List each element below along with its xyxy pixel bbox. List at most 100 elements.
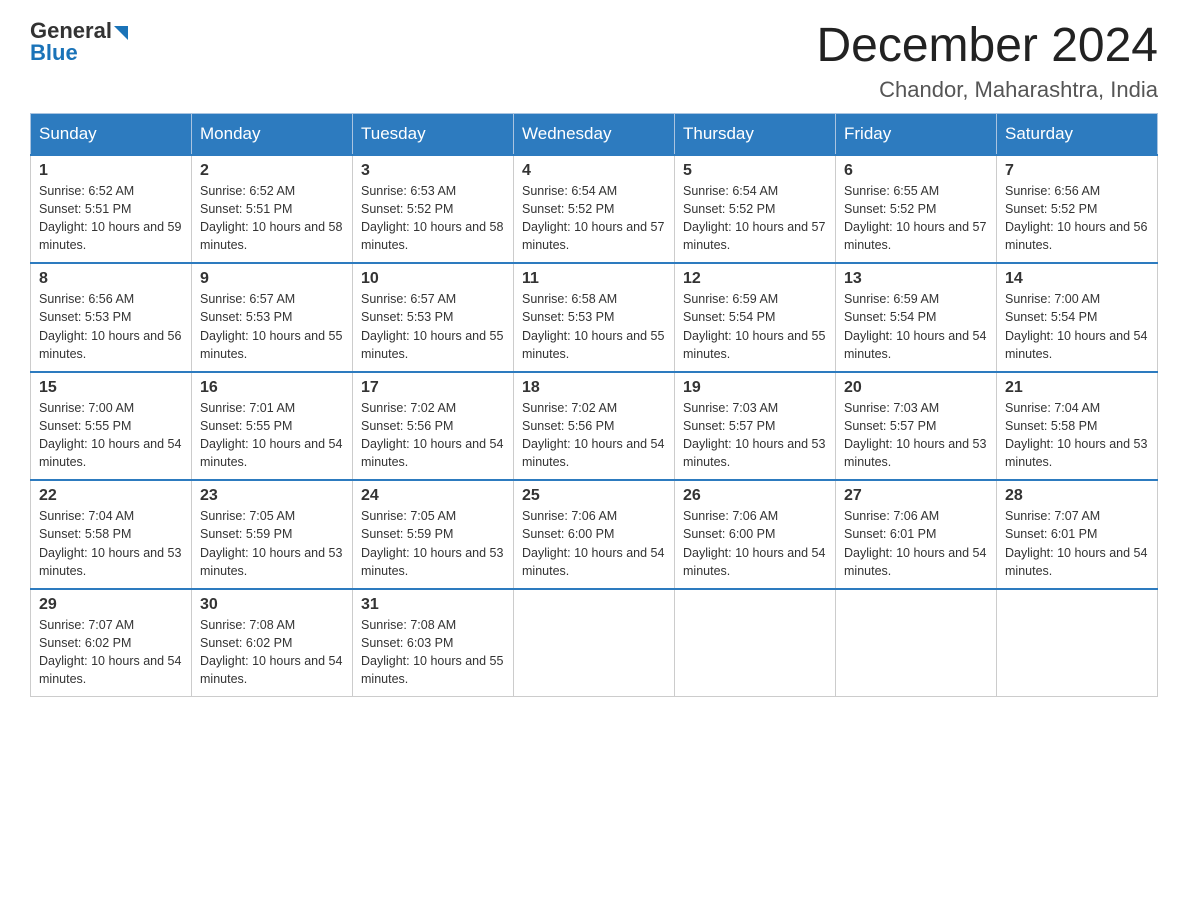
week-row-3: 15 Sunrise: 7:00 AMSunset: 5:55 PMDayligh… [31, 372, 1158, 481]
day-number: 28 [1005, 487, 1149, 505]
week-row-4: 22 Sunrise: 7:04 AMSunset: 5:58 PMDayligh… [31, 480, 1158, 589]
calendar-cell: 13Sunrise: 6:59 AMSunset: 5:54 PMDayligh… [836, 263, 997, 372]
header-day-monday: Monday [192, 113, 353, 155]
calendar-cell: 22 Sunrise: 7:04 AMSunset: 5:58 PMDayligh… [31, 480, 192, 589]
calendar-cell: 15 Sunrise: 7:00 AMSunset: 5:55 PMDayligh… [31, 372, 192, 481]
day-info: Sunrise: 7:06 AMSunset: 6:00 PMDaylight:… [683, 509, 825, 577]
header-row: SundayMondayTuesdayWednesdayThursdayFrid… [31, 113, 1158, 155]
calendar-cell: 4 Sunrise: 6:54 AMSunset: 5:52 PMDaylight… [514, 155, 675, 264]
day-number: 9 [200, 270, 344, 288]
day-number: 10 [361, 270, 505, 288]
day-number: 11 [522, 270, 666, 288]
day-number: 5 [683, 162, 827, 180]
day-info: Sunrise: 7:03 AMSunset: 5:57 PMDaylight:… [683, 401, 825, 469]
day-info: Sunrise: 7:01 AMSunset: 5:55 PMDaylight:… [200, 401, 342, 469]
calendar-cell: 24Sunrise: 7:05 AMSunset: 5:59 PMDayligh… [353, 480, 514, 589]
day-info: Sunrise: 6:53 AMSunset: 5:52 PMDaylight:… [361, 184, 503, 252]
day-number: 1 [39, 162, 183, 180]
day-number: 22 [39, 487, 183, 505]
day-number: 23 [200, 487, 344, 505]
calendar-cell: 18 Sunrise: 7:02 AMSunset: 5:56 PMDayligh… [514, 372, 675, 481]
header-day-thursday: Thursday [675, 113, 836, 155]
day-number: 25 [522, 487, 666, 505]
calendar-cell: 14 Sunrise: 7:00 AMSunset: 5:54 PMDayligh… [997, 263, 1158, 372]
day-number: 3 [361, 162, 505, 180]
day-number: 19 [683, 379, 827, 397]
day-info: Sunrise: 7:03 AMSunset: 5:57 PMDaylight:… [844, 401, 986, 469]
day-info: Sunrise: 7:00 AMSunset: 5:54 PMDaylight:… [1005, 292, 1147, 360]
day-info: Sunrise: 6:52 AMSunset: 5:51 PMDaylight:… [39, 184, 181, 252]
day-info: Sunrise: 6:54 AMSunset: 5:52 PMDaylight:… [683, 184, 825, 252]
day-info: Sunrise: 6:54 AMSunset: 5:52 PMDaylight:… [522, 184, 664, 252]
day-number: 8 [39, 270, 183, 288]
day-number: 14 [1005, 270, 1149, 288]
day-info: Sunrise: 6:57 AMSunset: 5:53 PMDaylight:… [361, 292, 503, 360]
day-number: 13 [844, 270, 988, 288]
page-header: General Blue December 2024 Chandor, Maha… [30, 20, 1158, 103]
calendar-cell: 16Sunrise: 7:01 AMSunset: 5:55 PMDayligh… [192, 372, 353, 481]
day-number: 6 [844, 162, 988, 180]
header-day-saturday: Saturday [997, 113, 1158, 155]
header-day-friday: Friday [836, 113, 997, 155]
day-info: Sunrise: 7:00 AMSunset: 5:55 PMDaylight:… [39, 401, 181, 469]
day-info: Sunrise: 7:02 AMSunset: 5:56 PMDaylight:… [361, 401, 503, 469]
calendar-cell: 9Sunrise: 6:57 AMSunset: 5:53 PMDaylight… [192, 263, 353, 372]
day-info: Sunrise: 7:04 AMSunset: 5:58 PMDaylight:… [39, 509, 181, 577]
day-number: 15 [39, 379, 183, 397]
day-number: 31 [361, 596, 505, 614]
day-info: Sunrise: 7:06 AMSunset: 6:01 PMDaylight:… [844, 509, 986, 577]
calendar-cell: 7Sunrise: 6:56 AMSunset: 5:52 PMDaylight… [997, 155, 1158, 264]
calendar-cell: 28 Sunrise: 7:07 AMSunset: 6:01 PMDayligh… [997, 480, 1158, 589]
day-number: 27 [844, 487, 988, 505]
calendar-cell: 17 Sunrise: 7:02 AMSunset: 5:56 PMDayligh… [353, 372, 514, 481]
day-info: Sunrise: 7:08 AMSunset: 6:02 PMDaylight:… [200, 618, 342, 686]
calendar-cell: 20Sunrise: 7:03 AMSunset: 5:57 PMDayligh… [836, 372, 997, 481]
week-row-1: 1 Sunrise: 6:52 AMSunset: 5:51 PMDaylight… [31, 155, 1158, 264]
day-number: 17 [361, 379, 505, 397]
day-info: Sunrise: 7:06 AMSunset: 6:00 PMDaylight:… [522, 509, 664, 577]
day-number: 7 [1005, 162, 1149, 180]
day-number: 24 [361, 487, 505, 505]
week-row-2: 8 Sunrise: 6:56 AMSunset: 5:53 PMDaylight… [31, 263, 1158, 372]
calendar-cell: 31 Sunrise: 7:08 AMSunset: 6:03 PMDayligh… [353, 589, 514, 697]
calendar-cell: 21 Sunrise: 7:04 AMSunset: 5:58 PMDayligh… [997, 372, 1158, 481]
day-info: Sunrise: 6:55 AMSunset: 5:52 PMDaylight:… [844, 184, 986, 252]
day-info: Sunrise: 6:56 AMSunset: 5:53 PMDaylight:… [39, 292, 181, 360]
calendar-cell: 5 Sunrise: 6:54 AMSunset: 5:52 PMDaylight… [675, 155, 836, 264]
day-number: 30 [200, 596, 344, 614]
day-info: Sunrise: 6:59 AMSunset: 5:54 PMDaylight:… [683, 292, 825, 360]
logo-arrow-icon [114, 26, 128, 40]
logo-blue-text: Blue [30, 42, 78, 64]
calendar-cell [997, 589, 1158, 697]
day-info: Sunrise: 7:07 AMSunset: 6:02 PMDaylight:… [39, 618, 181, 686]
header-day-sunday: Sunday [31, 113, 192, 155]
title-block: December 2024 Chandor, Maharashtra, Indi… [816, 20, 1158, 103]
calendar-cell [514, 589, 675, 697]
logo: General Blue [30, 20, 128, 64]
calendar-cell: 1 Sunrise: 6:52 AMSunset: 5:51 PMDaylight… [31, 155, 192, 264]
header-day-wednesday: Wednesday [514, 113, 675, 155]
day-number: 12 [683, 270, 827, 288]
day-info: Sunrise: 7:04 AMSunset: 5:58 PMDaylight:… [1005, 401, 1147, 469]
day-info: Sunrise: 7:02 AMSunset: 5:56 PMDaylight:… [522, 401, 664, 469]
day-number: 21 [1005, 379, 1149, 397]
day-number: 2 [200, 162, 344, 180]
calendar-cell [675, 589, 836, 697]
calendar-cell: 10 Sunrise: 6:57 AMSunset: 5:53 PMDayligh… [353, 263, 514, 372]
calendar-cell: 29Sunrise: 7:07 AMSunset: 6:02 PMDayligh… [31, 589, 192, 697]
calendar-cell: 11Sunrise: 6:58 AMSunset: 5:53 PMDayligh… [514, 263, 675, 372]
calendar-cell: 2Sunrise: 6:52 AMSunset: 5:51 PMDaylight… [192, 155, 353, 264]
calendar-cell: 30 Sunrise: 7:08 AMSunset: 6:02 PMDayligh… [192, 589, 353, 697]
day-info: Sunrise: 7:05 AMSunset: 5:59 PMDaylight:… [200, 509, 342, 577]
calendar-cell: 26 Sunrise: 7:06 AMSunset: 6:00 PMDayligh… [675, 480, 836, 589]
day-info: Sunrise: 7:08 AMSunset: 6:03 PMDaylight:… [361, 618, 503, 686]
day-number: 4 [522, 162, 666, 180]
day-info: Sunrise: 7:07 AMSunset: 6:01 PMDaylight:… [1005, 509, 1147, 577]
calendar-cell: 12 Sunrise: 6:59 AMSunset: 5:54 PMDayligh… [675, 263, 836, 372]
calendar-cell: 19 Sunrise: 7:03 AMSunset: 5:57 PMDayligh… [675, 372, 836, 481]
calendar-cell: 6 Sunrise: 6:55 AMSunset: 5:52 PMDaylight… [836, 155, 997, 264]
day-number: 26 [683, 487, 827, 505]
calendar-cell: 25 Sunrise: 7:06 AMSunset: 6:00 PMDayligh… [514, 480, 675, 589]
day-number: 18 [522, 379, 666, 397]
header-day-tuesday: Tuesday [353, 113, 514, 155]
